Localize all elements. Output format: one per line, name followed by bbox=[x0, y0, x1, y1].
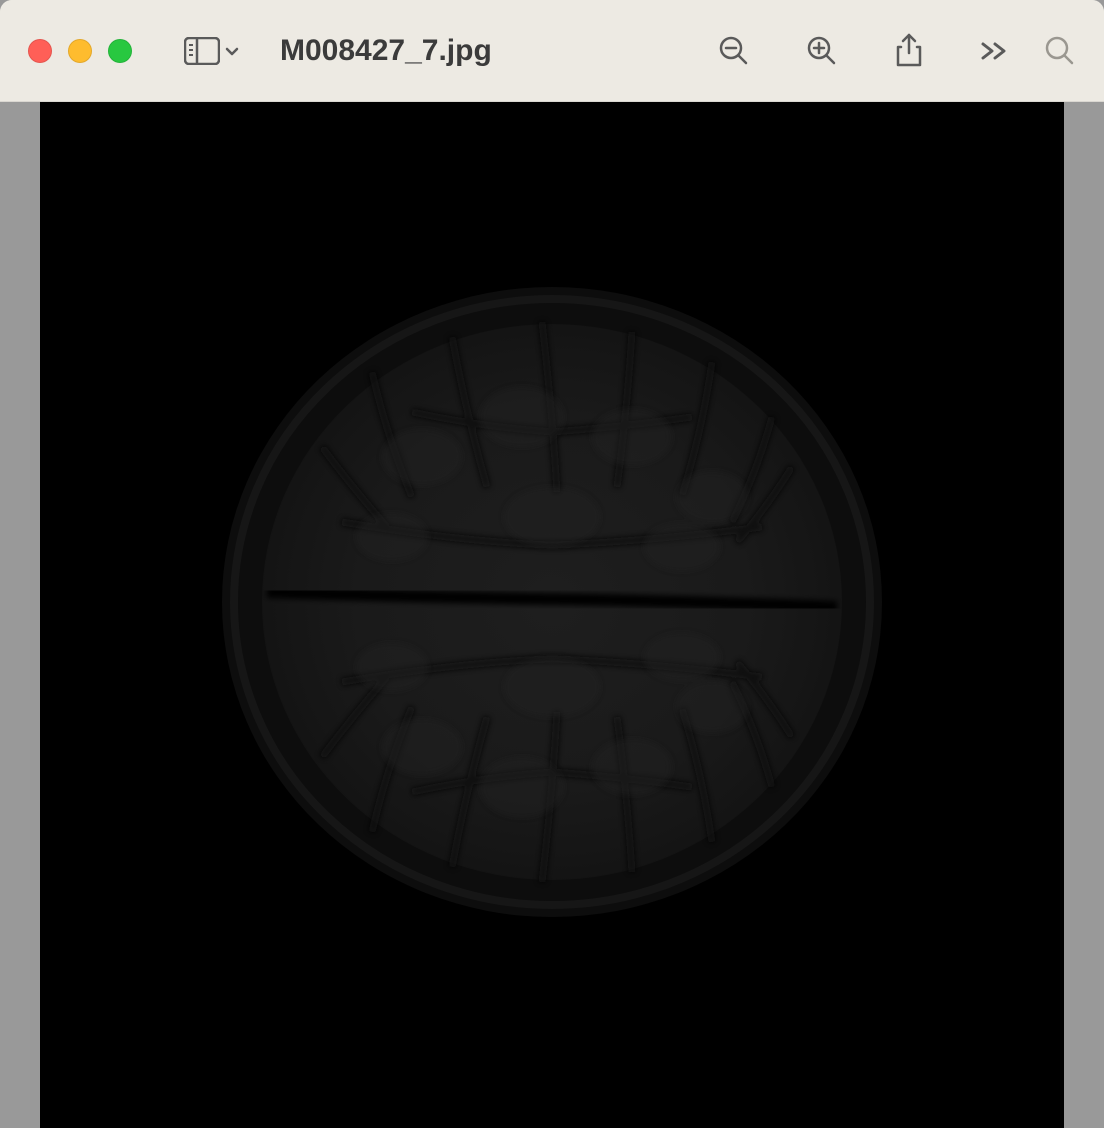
sidebar-toggle-button[interactable] bbox=[184, 37, 240, 65]
toolbar-right bbox=[718, 33, 1076, 69]
search-button[interactable] bbox=[1044, 35, 1076, 67]
window-title: M008427_7.jpg bbox=[280, 34, 492, 68]
titlebar: M008427_7.jpg bbox=[0, 0, 1104, 102]
more-button[interactable] bbox=[980, 41, 1008, 61]
preview-window: M008427_7.jpg bbox=[0, 0, 1104, 1128]
share-button[interactable] bbox=[894, 33, 924, 69]
zoom-out-icon bbox=[718, 35, 750, 67]
content-area bbox=[0, 102, 1104, 1128]
brain-scan-image bbox=[212, 277, 892, 927]
traffic-lights bbox=[28, 39, 132, 63]
sidebar-icon bbox=[184, 37, 220, 65]
image-viewer[interactable] bbox=[40, 102, 1064, 1128]
zoom-in-button[interactable] bbox=[806, 35, 838, 67]
share-icon bbox=[894, 33, 924, 69]
minimize-button[interactable] bbox=[68, 39, 92, 63]
close-button[interactable] bbox=[28, 39, 52, 63]
zoom-in-icon bbox=[806, 35, 838, 67]
search-icon bbox=[1044, 35, 1076, 67]
chevron-double-right-icon bbox=[980, 41, 1008, 61]
chevron-down-icon bbox=[224, 43, 240, 59]
zoom-out-button[interactable] bbox=[718, 35, 750, 67]
maximize-button[interactable] bbox=[108, 39, 132, 63]
